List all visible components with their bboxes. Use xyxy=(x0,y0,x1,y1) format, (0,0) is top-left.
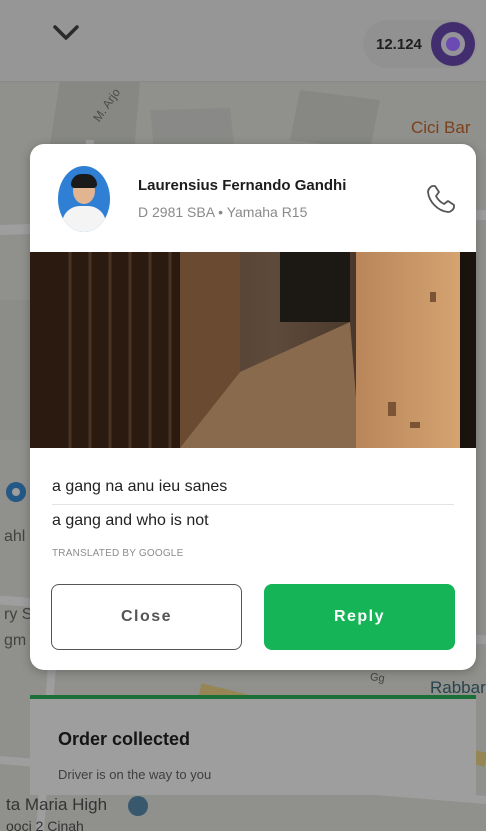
close-button[interactable]: Close xyxy=(51,584,242,650)
driver-name: Laurensius Fernando Gandhi xyxy=(138,177,347,194)
driver-avatar xyxy=(58,166,110,232)
message-original-text: a gang na anu ieu sanes xyxy=(52,478,228,495)
driver-vehicle-info: D 2981 SBA • Yamaha R15 xyxy=(138,204,308,220)
driver-message-modal: Laurensius Fernando Gandhi D 2981 SBA • … xyxy=(30,144,476,670)
phone-icon[interactable] xyxy=(424,182,458,216)
message-photo[interactable] xyxy=(30,252,476,448)
message-divider xyxy=(52,504,454,505)
translation-credit: TRANSLATED BY GOOGLE xyxy=(52,548,184,559)
message-translated-text: a gang and who is not xyxy=(52,512,209,529)
reply-button[interactable]: Reply xyxy=(264,584,455,650)
